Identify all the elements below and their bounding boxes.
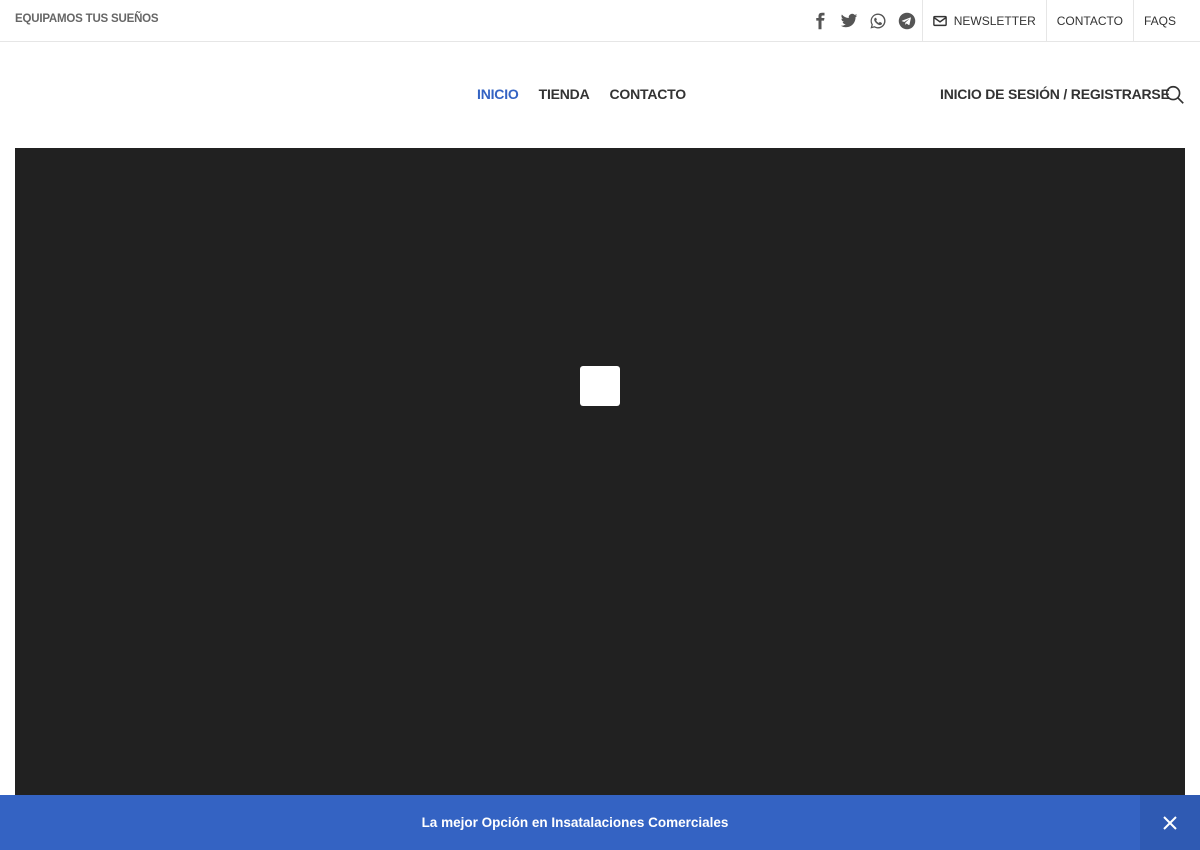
top-links: NEWSLETTER CONTACTO FAQS	[921, 0, 1186, 41]
login-register-link[interactable]: INICIO DE SESIÓN / REGISTRARSE	[940, 86, 1170, 102]
whatsapp-icon[interactable]	[868, 11, 888, 31]
close-icon[interactable]	[1140, 795, 1200, 850]
social-links	[810, 0, 917, 41]
newsletter-link[interactable]: NEWSLETTER	[921, 0, 1046, 41]
main-header: INICIO TIENDA CONTACTO INICIO DE SESIÓN …	[0, 42, 1200, 148]
envelope-icon	[932, 15, 947, 26]
tagline: EQUIPAMOS TUS SUEÑOS	[15, 13, 159, 25]
nav-item-tienda[interactable]: TIENDA	[539, 86, 590, 102]
nav-item-inicio[interactable]: INICIO	[477, 86, 519, 102]
faqs-link[interactable]: FAQS	[1132, 0, 1186, 41]
twitter-icon[interactable]	[839, 11, 859, 31]
main-menu: INICIO TIENDA CONTACTO	[477, 86, 686, 102]
banner-message: La mejor Opción en Insatalaciones Comerc…	[421, 815, 729, 830]
telegram-icon[interactable]	[897, 11, 917, 31]
top-bar: EQUIPAMOS TUS SUEÑOS NEWSLETTER CONTACTO…	[0, 0, 1200, 42]
stop-icon[interactable]	[580, 366, 620, 406]
newsletter-label: NEWSLETTER	[953, 13, 1036, 28]
nav-item-contacto[interactable]: CONTACTO	[610, 86, 687, 102]
search-icon[interactable]	[1164, 84, 1186, 106]
facebook-icon[interactable]	[810, 11, 830, 31]
contacto-top-link[interactable]: CONTACTO	[1045, 0, 1133, 41]
promo-banner: La mejor Opción en Insatalaciones Comerc…	[0, 795, 1200, 850]
hero-slider	[15, 148, 1185, 850]
